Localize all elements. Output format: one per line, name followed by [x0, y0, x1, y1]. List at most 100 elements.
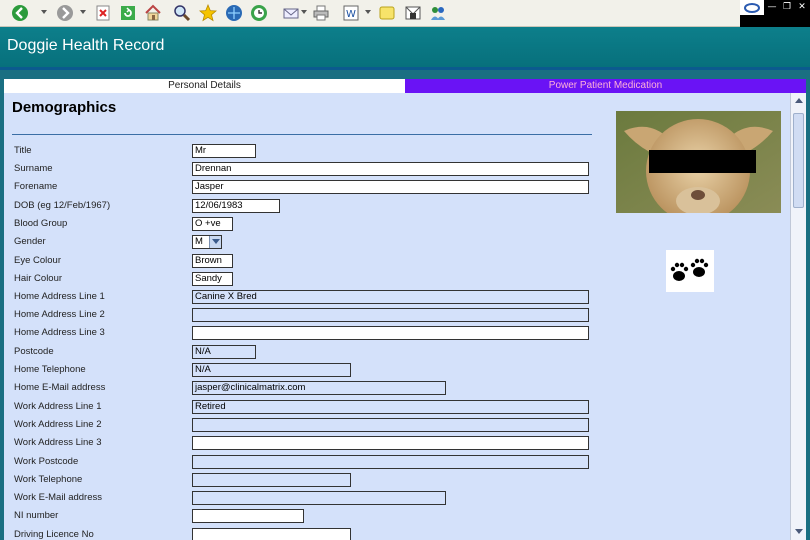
media-icon[interactable] — [224, 3, 244, 23]
forename-input[interactable]: Jasper — [192, 180, 589, 194]
eye-colour-input[interactable]: Brown — [192, 254, 233, 268]
field-label: Work Address Line 1 — [14, 401, 102, 412]
form-row-eye-colour: Eye Colour Brown — [4, 254, 604, 268]
scrollbar-thumb[interactable] — [793, 113, 804, 208]
field-label: NI number — [14, 510, 59, 521]
browser-logo-icon — [740, 0, 764, 15]
blood-group-input[interactable]: O +ve — [192, 217, 233, 231]
field-label: Home E-Mail address — [14, 382, 106, 393]
form-row-home-address-1: Home Address Line 1 Canine X Bred — [4, 290, 604, 304]
app-title: Doggie Health Record — [7, 37, 165, 54]
vertical-scrollbar[interactable] — [790, 93, 806, 540]
form-row-forename: Forename Jasper — [4, 180, 604, 194]
restore-icon[interactable]: ❐ — [781, 1, 793, 13]
field-label: Home Address Line 1 — [14, 291, 105, 302]
messenger-mail-icon[interactable] — [403, 3, 423, 23]
field-label: Hair Colour — [14, 273, 63, 284]
work-postcode-input[interactable] — [192, 455, 589, 469]
field-label: Title — [14, 145, 32, 156]
edit-dropdown-icon[interactable] — [365, 10, 371, 14]
back-dropdown-icon[interactable] — [41, 10, 47, 14]
refresh-icon[interactable] — [118, 3, 138, 23]
scroll-up-icon[interactable] — [791, 93, 806, 107]
work-telephone-input[interactable] — [192, 473, 351, 487]
demographics-panel: Demographics Title Mr Surname Drennan Fo… — [4, 93, 790, 540]
app-window: W — ❐ ✕ Doggie Health Record Personal De… — [0, 0, 810, 540]
field-label: Surname — [14, 163, 53, 174]
mail-dropdown-icon[interactable] — [301, 10, 307, 14]
forward-dropdown-icon[interactable] — [80, 10, 86, 14]
field-label: Work Telephone — [14, 474, 83, 485]
field-label: Postcode — [14, 346, 54, 357]
home-address-line-2-input[interactable] — [192, 308, 589, 322]
form-row-surname: Surname Drennan — [4, 162, 604, 176]
title-divider — [0, 67, 810, 70]
form-row-blood-group: Blood Group O +ve — [4, 217, 604, 231]
title-input[interactable]: Mr — [192, 144, 256, 158]
field-label: Work Address Line 3 — [14, 437, 102, 448]
scroll-down-icon[interactable] — [791, 525, 806, 539]
field-label: Work E-Mail address — [14, 492, 102, 503]
messenger-icon[interactable] — [428, 3, 448, 23]
field-label: Work Address Line 2 — [14, 419, 102, 430]
form-row-work-address-2: Work Address Line 2 — [4, 418, 604, 432]
minimize-icon[interactable]: — — [766, 1, 778, 13]
work-address-line-1-input[interactable]: Retired — [192, 400, 589, 414]
form-row-work-postcode: Work Postcode — [4, 455, 604, 469]
app-title-bar: Doggie Health Record — [0, 27, 810, 67]
home-email-input[interactable]: jasper@clinicalmatrix.com — [192, 381, 446, 395]
ni-number-input[interactable] — [192, 509, 304, 523]
work-address-line-2-input[interactable] — [192, 418, 589, 432]
gender-value: M — [195, 236, 203, 247]
mail-icon[interactable] — [281, 3, 301, 23]
form-row-dob: DOB (eg 12/Feb/1967) 12/06/1983 — [4, 199, 604, 213]
form-row-postcode: Postcode N/A — [4, 345, 604, 359]
tab-personal-details[interactable]: Personal Details — [4, 79, 405, 93]
back-icon[interactable] — [10, 3, 30, 23]
form-row-work-address-1: Work Address Line 1 Retired — [4, 400, 604, 414]
stop-icon[interactable] — [93, 3, 113, 23]
browser-brand-area: — ❐ ✕ — [740, 0, 810, 27]
tab-power-patient-medication[interactable]: Power Patient Medication — [405, 79, 806, 93]
field-label: Forename — [14, 181, 58, 192]
work-address-line-3-input[interactable] — [192, 436, 589, 450]
field-label: Driving Licence No — [14, 529, 94, 540]
edit-icon[interactable]: W — [341, 3, 361, 23]
chevron-down-icon[interactable] — [209, 236, 221, 248]
field-label: Home Address Line 2 — [14, 309, 105, 320]
field-label: Eye Colour — [14, 255, 61, 266]
home-address-line-1-input[interactable]: Canine X Bred — [192, 290, 589, 304]
home-telephone-input[interactable]: N/A — [192, 363, 351, 377]
patient-photo — [616, 111, 781, 213]
svg-text:W: W — [346, 9, 356, 20]
dob-input[interactable]: 12/06/1983 — [192, 199, 280, 213]
close-icon[interactable]: ✕ — [796, 1, 808, 13]
section-divider — [12, 134, 592, 135]
home-address-line-3-input[interactable] — [192, 326, 589, 340]
form-row-gender: Gender M — [4, 235, 604, 249]
driving-licence-input[interactable] — [192, 528, 351, 540]
forward-icon[interactable] — [55, 3, 75, 23]
field-label: Gender — [14, 236, 46, 247]
postcode-input[interactable]: N/A — [192, 345, 256, 359]
paw-prints-icon[interactable] — [666, 250, 714, 292]
print-icon[interactable] — [311, 3, 331, 23]
form-row-work-telephone: Work Telephone — [4, 473, 604, 487]
form-row-ni-number: NI number — [4, 509, 604, 523]
hair-colour-input[interactable]: Sandy — [192, 272, 233, 286]
history-icon[interactable] — [249, 3, 269, 23]
favorites-icon[interactable] — [198, 3, 218, 23]
form-row-hair-colour: Hair Colour Sandy — [4, 272, 604, 286]
search-icon[interactable] — [172, 3, 192, 23]
work-email-input[interactable] — [192, 491, 446, 505]
surname-input[interactable]: Drennan — [192, 162, 589, 176]
browser-toolbar: W — ❐ ✕ — [0, 0, 810, 27]
gender-select[interactable]: M — [192, 235, 222, 249]
form-row-home-email: Home E-Mail address jasper@clinicalmatri… — [4, 381, 604, 395]
discuss-icon[interactable] — [377, 3, 397, 23]
form-row-work-email: Work E-Mail address — [4, 491, 604, 505]
home-icon[interactable] — [143, 3, 163, 23]
field-label: Home Telephone — [14, 364, 86, 375]
form-row-title: Title Mr — [4, 144, 604, 158]
form-row-home-address-3: Home Address Line 3 — [4, 326, 604, 340]
